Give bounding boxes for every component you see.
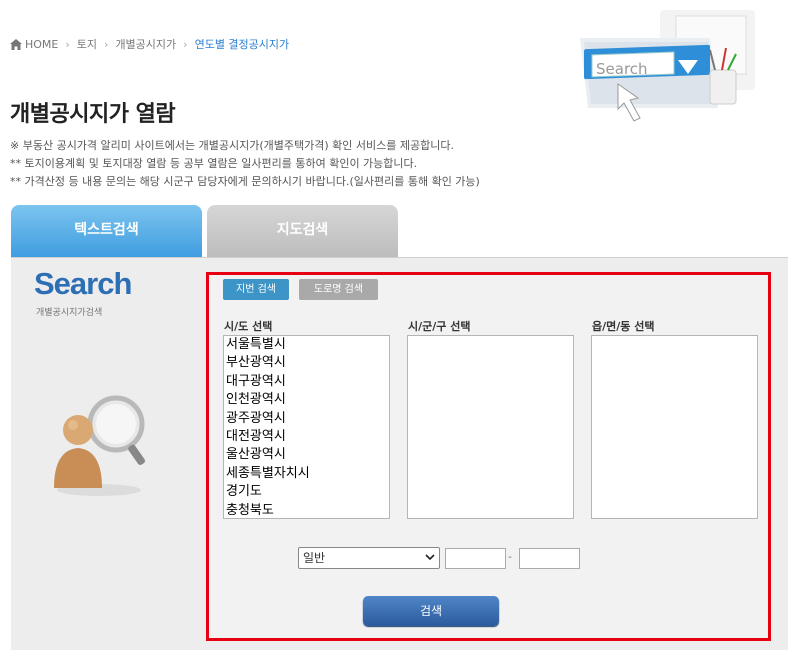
lot-number-search-button[interactable]: 지번 검색 [223,279,289,300]
chevron-down-icon [425,554,435,561]
page-title: 개별공시지가 열람 [10,102,176,127]
sido-option[interactable]: 대구광역시 [224,373,389,391]
sub-lot-number-input[interactable] [519,548,580,569]
breadcrumb: HOME › 토지 › 개별공시지가 › 연도별 결정공시지가 [10,36,289,52]
chevron-right-icon: › [104,37,109,51]
home-icon[interactable] [10,38,22,50]
sido-option[interactable]: 세종특별자치시 [224,465,389,483]
breadcrumb-item[interactable]: 개별공시지가 [115,36,176,52]
eupmyeondong-listbox[interactable] [591,335,758,519]
road-name-search-button[interactable]: 도로명 검색 [299,279,378,300]
land-type-select[interactable]: 일반 [298,547,440,569]
sigungu-listbox[interactable] [407,335,574,519]
notice-line: ** 가격산정 등 내용 문의는 해당 시군구 담당자에게 문의하시기 바랍니다… [10,175,480,188]
breadcrumb-home[interactable]: HOME [25,38,58,51]
lot-number-separator: - [508,550,512,563]
chevron-right-icon: › [65,37,70,51]
notice-line: ** 토지이용계획 및 토지대장 열람 등 공부 열람은 일사편리를 통하여 확… [10,157,418,170]
main-lot-number-input[interactable] [445,548,506,569]
tab-map-search[interactable]: 지도검색 [207,205,398,257]
search-illust-text: Search [596,60,648,78]
breadcrumb-current: 연도별 결정공시지가 [194,38,290,51]
sido-option[interactable]: 충청북도 [224,502,389,518]
sido-option[interactable]: 인천광역시 [224,391,389,409]
land-type-value: 일반 [303,551,326,565]
sido-option[interactable]: 울산광역시 [224,446,389,464]
tab-text-search[interactable]: 텍스트검색 [11,205,202,257]
sido-listbox[interactable]: 서울특별시 부산광역시 대구광역시 인천광역시 광주광역시 대전광역시 울산광역… [223,335,390,519]
sido-option[interactable]: 광주광역시 [224,410,389,428]
sido-option[interactable]: 부산광역시 [224,354,389,372]
breadcrumb-item[interactable]: 토지 [77,36,97,52]
search-logo: Search [34,266,132,301]
search-button[interactable]: 검색 [363,596,499,626]
search-illustration: Search [580,10,755,122]
person-magnifier-illustration [54,395,145,496]
sido-option[interactable]: 경기도 [224,483,389,501]
sigungu-label: 시/군/구 선택 [408,320,471,333]
notice-line: ※ 부동산 공시가격 알리미 사이트에서는 개별공시지가(개별주택가격) 확인 … [10,139,454,152]
search-logo-subtitle: 개별공시지가검색 [36,308,103,318]
sido-option[interactable]: 대전광역시 [224,428,389,446]
chevron-right-icon: › [183,37,188,51]
sido-label: 시/도 선택 [224,320,273,333]
sido-option[interactable]: 서울특별시 [224,336,389,354]
eupmyeondong-label: 읍/면/동 선택 [592,320,655,333]
